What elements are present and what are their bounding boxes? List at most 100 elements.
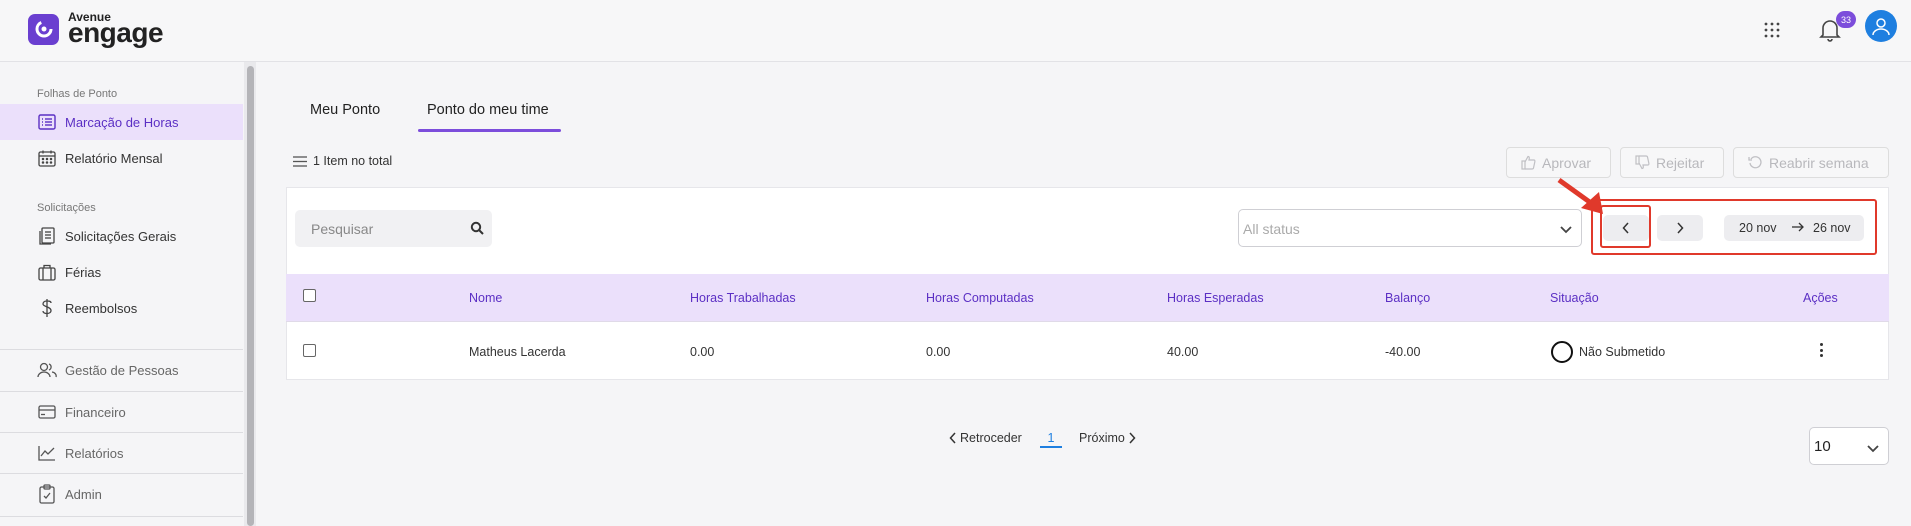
approve-button[interactable]: Aprovar — [1506, 147, 1611, 178]
sidebar-item-label: Relatórios — [65, 445, 124, 461]
pagination-prev-label: Retroceder — [960, 431, 1022, 445]
reject-button[interactable]: Rejeitar — [1620, 147, 1724, 178]
status-filter-select[interactable]: All status — [1238, 209, 1582, 247]
page-size-value: 10 — [1814, 438, 1831, 455]
sidebar-divider — [0, 391, 243, 392]
tab-ponto-meu-time[interactable]: Ponto do meu time — [427, 102, 549, 118]
app-logo[interactable]: Avenue engage — [28, 11, 164, 48]
sidebar-item-gestao-pessoas[interactable]: Gestão de Pessoas — [0, 352, 243, 388]
chevron-down-icon — [1866, 441, 1880, 459]
page-size-select[interactable]: 10 — [1809, 427, 1889, 465]
sidebar-item-relatorios[interactable]: Relatórios — [0, 435, 243, 471]
sidebar-divider — [0, 516, 243, 517]
sidebar-item-label: Marcação de Horas — [65, 114, 179, 130]
list-clock-icon — [37, 112, 57, 132]
pagination-page-1[interactable]: 1 — [1040, 431, 1062, 445]
status-placeholder: All status — [1243, 221, 1300, 237]
row-actions-menu-icon[interactable] — [1816, 341, 1826, 359]
sidebar-item-reembolsos[interactable]: Reembolsos — [0, 290, 243, 326]
thumbs-down-icon — [1635, 155, 1650, 170]
chevron-down-icon — [1559, 222, 1573, 240]
people-icon — [37, 360, 57, 380]
sidebar-item-admin[interactable]: Admin — [0, 476, 243, 512]
sidebar-item-label: Solicitações Gerais — [65, 228, 177, 244]
apps-grid-icon[interactable] — [1762, 20, 1782, 40]
approve-label: Aprovar — [1542, 154, 1592, 171]
sidebar-item-label: Admin — [65, 486, 102, 502]
column-header-horas-trabalhadas[interactable]: Horas Trabalhadas — [690, 291, 796, 305]
column-header-acoes: Ações — [1803, 291, 1838, 305]
current-page-indicator — [1040, 446, 1062, 448]
date-end: 26 nov — [1813, 221, 1851, 235]
search-icon[interactable] — [470, 221, 484, 240]
column-header-balanco[interactable]: Balanço — [1385, 291, 1430, 305]
thumbs-up-icon — [1521, 155, 1536, 170]
column-header-nome[interactable]: Nome — [469, 291, 502, 305]
sidebar-item-marcacao-horas[interactable]: Marcação de Horas — [0, 104, 243, 140]
clipboard-icon — [37, 484, 57, 504]
calendar-icon — [37, 148, 57, 168]
sidebar-divider — [0, 432, 243, 433]
search-input[interactable]: Pesquisar — [295, 210, 492, 247]
cell-nome: Matheus Lacerda — [469, 345, 566, 359]
cell-horas-esperadas: 40.00 — [1167, 345, 1199, 359]
sidebar-item-label: Financeiro — [65, 404, 126, 420]
brand-name: engage — [68, 17, 164, 48]
refresh-icon — [1748, 156, 1762, 169]
row-divider — [286, 379, 1889, 380]
reopen-label: Reabrir semana — [1769, 154, 1869, 171]
column-header-horas-esperadas[interactable]: Horas Esperadas — [1167, 291, 1264, 305]
reject-label: Rejeitar — [1656, 154, 1705, 171]
dollar-icon — [37, 298, 57, 318]
cell-balanco: -40.00 — [1385, 345, 1421, 359]
chevron-left-icon — [949, 432, 956, 444]
annotation-arrow-icon — [1555, 176, 1609, 221]
sidebar-item-label: Reembolsos — [65, 300, 138, 316]
sidebar-item-label: Relatório Mensal — [65, 150, 163, 166]
section-label-timesheets: Folhas de Ponto — [37, 88, 118, 100]
chevron-right-icon — [1129, 432, 1136, 444]
date-start: 20 nov — [1739, 221, 1777, 235]
notification-badge: 33 — [1836, 11, 1856, 28]
pagination-next-label: Próximo — [1079, 431, 1125, 445]
logo-icon — [28, 13, 59, 45]
tab-meu-ponto[interactable]: Meu Ponto — [310, 102, 380, 118]
sidebar-item-relatorio-mensal[interactable]: Relatório Mensal — [0, 140, 243, 176]
total-label: 1 Item no total — [313, 154, 393, 168]
row-checkbox[interactable] — [303, 344, 316, 357]
user-avatar[interactable] — [1865, 10, 1897, 42]
column-header-horas-computadas[interactable]: Horas Computadas — [926, 291, 1034, 305]
chart-line-icon — [37, 443, 57, 463]
next-week-button[interactable] — [1657, 215, 1703, 241]
cell-horas-computadas: 0.00 — [926, 345, 951, 359]
arrow-right-icon — [1791, 221, 1805, 236]
sidebar-item-label: Gestão de Pessoas — [65, 362, 179, 378]
total-count: 1 Item no total — [293, 154, 392, 168]
sidebar-item-financeiro[interactable]: Financeiro — [0, 394, 243, 430]
search-placeholder: Pesquisar — [311, 221, 374, 237]
sidebar-divider — [0, 349, 243, 350]
sidebar-item-solicitacoes-gerais[interactable]: Solicitações Gerais — [0, 218, 243, 254]
suitcase-icon — [37, 262, 57, 282]
cell-situacao: Não Submetido — [1579, 345, 1666, 359]
select-all-checkbox[interactable] — [303, 289, 316, 302]
pagination-prev-button[interactable]: Retroceder — [949, 431, 1022, 445]
cell-horas-trabalhadas: 0.00 — [690, 345, 715, 359]
reopen-week-button[interactable]: Reabrir semana — [1733, 147, 1889, 178]
sidebar-scrollbar-thumb[interactable] — [247, 66, 254, 526]
pagination-next-button[interactable]: Próximo — [1079, 431, 1136, 445]
status-circle-icon — [1551, 341, 1573, 363]
document-list-icon — [37, 226, 57, 246]
sidebar-item-ferias[interactable]: Férias — [0, 254, 243, 290]
table-header — [286, 274, 1889, 322]
top-header — [0, 0, 1911, 62]
column-header-situacao[interactable]: Situação — [1550, 291, 1599, 305]
sidebar-divider — [0, 473, 243, 474]
active-tab-indicator — [418, 129, 561, 132]
date-range-picker[interactable]: 20 nov 26 nov — [1724, 215, 1864, 241]
list-icon — [293, 155, 307, 167]
chevron-right-icon — [1677, 222, 1684, 234]
credit-card-icon — [37, 402, 57, 422]
sidebar-item-label: Férias — [65, 264, 102, 280]
section-label-requests: Solicitações — [37, 202, 96, 214]
